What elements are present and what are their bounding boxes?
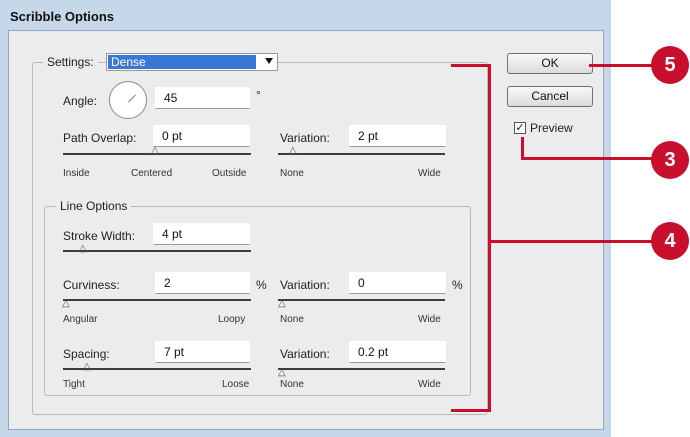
preview-checkbox[interactable]: ✓: [514, 122, 526, 134]
preview-label[interactable]: Preview: [530, 121, 573, 135]
spacing-variation-max-label: Wide: [418, 379, 441, 390]
slider-thumb-icon[interactable]: △: [83, 362, 91, 372]
ok-button[interactable]: OK: [507, 53, 593, 74]
spacing-variation-min-label: None: [280, 379, 304, 390]
callout-3-badge: 3: [651, 141, 689, 179]
checkmark-icon: ✓: [515, 122, 525, 134]
slider-thumb-icon[interactable]: △: [79, 244, 87, 254]
path-variation-min-label: None: [280, 168, 304, 179]
spacing-min-label: Tight: [63, 379, 85, 390]
callout-3-line: [521, 157, 661, 160]
spacing-variation-input[interactable]: 0.2 pt: [349, 341, 446, 363]
curviness-label: Curviness:: [63, 278, 120, 292]
curviness-min-label: Angular: [63, 314, 98, 325]
slider-thumb-icon[interactable]: △: [278, 368, 286, 378]
spacing-label: Spacing:: [63, 347, 110, 361]
settings-dropdown-value: Dense: [108, 55, 256, 69]
window-title: Scribble Options: [10, 9, 115, 24]
settings-label: Settings:: [43, 55, 98, 69]
callout-4-line: [488, 240, 661, 243]
stroke-width-input[interactable]: 4 pt: [153, 223, 250, 245]
path-overlap-max-label: Outside: [212, 168, 247, 179]
settings-dropdown[interactable]: Dense: [106, 53, 278, 71]
spacing-variation-label: Variation:: [280, 347, 330, 361]
path-variation-slider[interactable]: [278, 153, 445, 155]
curviness-input[interactable]: 2: [155, 272, 250, 294]
angle-dial[interactable]: [109, 81, 147, 119]
line-options-title: Line Options: [56, 199, 132, 213]
angle-input[interactable]: 45: [155, 87, 250, 109]
slider-thumb-icon[interactable]: △: [151, 146, 159, 156]
chevron-down-icon[interactable]: [265, 58, 273, 64]
spacing-slider[interactable]: [63, 368, 251, 370]
spacing-variation-slider[interactable]: [278, 368, 445, 370]
path-overlap-min-label: Inside: [63, 168, 90, 179]
stroke-width-slider[interactable]: [63, 250, 251, 252]
curviness-variation-min-label: None: [280, 314, 304, 325]
path-variation-input[interactable]: 2 pt: [349, 125, 446, 147]
callout-4-bracket-top: [451, 64, 491, 67]
stroke-width-label: Stroke Width:: [63, 229, 136, 243]
slider-thumb-icon[interactable]: △: [62, 299, 70, 309]
callout-4-bracket-bottom: [451, 409, 491, 412]
slider-thumb-icon[interactable]: △: [278, 299, 286, 309]
spacing-input[interactable]: 7 pt: [155, 341, 250, 363]
curviness-variation-label: Variation:: [280, 278, 330, 292]
angle-label: Angle:: [63, 94, 98, 108]
cancel-button[interactable]: Cancel: [507, 86, 593, 107]
path-variation-label: Variation:: [280, 131, 330, 145]
scribble-options-dialog: Scribble Options Settings: Dense Angle: …: [0, 0, 611, 437]
callout-5-badge: 5: [651, 46, 689, 84]
callout-4-bracket-vertical: [488, 64, 491, 412]
spacing-max-label: Loose: [222, 379, 250, 390]
path-overlap-label: Path Overlap:: [63, 131, 137, 145]
angle-unit: °: [256, 88, 261, 102]
path-overlap-mid-label: Centered: [131, 168, 173, 179]
curviness-variation-unit: %: [452, 278, 463, 292]
callout-4-badge: 4: [651, 222, 689, 260]
curviness-unit: %: [256, 278, 267, 292]
curviness-slider[interactable]: [63, 299, 251, 301]
path-overlap-input[interactable]: 0 pt: [153, 125, 250, 147]
curviness-variation-input[interactable]: 0: [349, 272, 446, 294]
angle-dial-needle-icon: [128, 94, 136, 103]
curviness-max-label: Loopy: [218, 314, 246, 325]
path-variation-max-label: Wide: [418, 168, 441, 179]
slider-thumb-icon[interactable]: △: [289, 146, 297, 156]
curviness-variation-slider[interactable]: [278, 299, 445, 301]
curviness-variation-max-label: Wide: [418, 314, 441, 325]
